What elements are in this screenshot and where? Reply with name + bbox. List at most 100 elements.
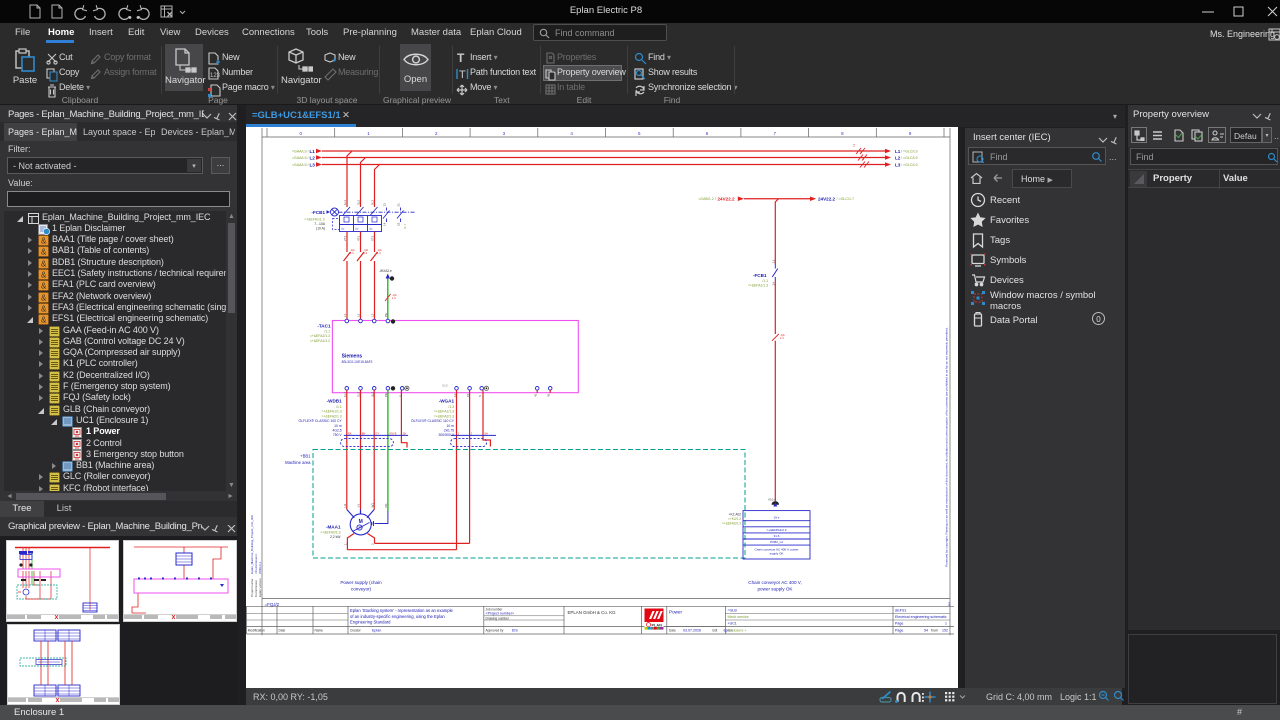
svg-text:8SL3C0-1XE15-8AF2: 8SL3C0-1XE15-8AF2 [342,360,373,364]
svg-text:=+&EFA1/1.2: =+&EFA1/1.2 [310,339,330,343]
svg-text:1L1: 1L1 [343,200,347,205]
svg-text:W1: W1 [370,503,374,508]
svg-text:Creator: Creator [350,629,362,633]
svg-text:BK: BK [348,432,352,436]
svg-text:U1: U1 [343,503,347,507]
svg-text:2: 2 [948,602,951,607]
svg-text:1.4: 1.4 [350,251,354,255]
svg-text:-FCB1: -FCB1 [753,273,767,278]
svg-text:L2: L2 [310,155,316,160]
svg-text:=GAB/1.2 /: =GAB/1.2 / [698,197,716,201]
svg-text:&: & [41,282,47,291]
svg-text:Page: Page [895,629,903,633]
svg-text:PE: PE [384,503,388,507]
svg-text:&EFS1: &EFS1 [895,608,906,612]
svg-text:&: & [41,248,47,257]
svg-text:/1.1: /1.1 [336,405,342,409]
svg-text:-TAC1: -TAC1 [317,324,331,329]
svg-text:from: from [931,629,938,633]
svg-text:54: 54 [924,629,928,633]
svg-text:Eplan version: Eplan version [258,578,262,597]
svg-text:6T3: 6T3 [371,235,375,241]
svg-text:41: 41 [534,393,538,397]
svg-text:conveyor): conveyor) [351,586,372,591]
svg-text:Machine area: Machine area [285,460,311,465]
svg-text:/1.1: /1.1 [324,330,330,334]
svg-text:152: 152 [942,629,948,633]
svg-text:=+&EFA1/1.3: =+&EFA1/1.3 [748,284,768,288]
svg-text:4: 4 [570,131,573,136]
svg-text:T: T [457,52,465,65]
svg-text:=+&EFA1/1.3: =+&EFA1/1.3 [322,410,342,414]
svg-text:/1.1: /1.1 [762,279,768,283]
svg-text:=FQJ/2: =FQJ/2 [265,602,280,607]
svg-text:Eplan: Eplan [372,629,381,633]
svg-text:21: 21 [397,203,401,207]
svg-text:-MAA1: -MAA1 [326,525,341,530]
svg-text:L3: L3 [895,162,901,167]
svg-text:=+K2/1.3: =+K2/1.3 [728,517,741,521]
svg-text:/ =GLC/L9: / =GLC/L9 [901,163,917,167]
svg-text:Name: Name [315,629,324,633]
svg-text:8: 8 [841,131,844,136]
svg-text:4T2: 4T2 [357,235,361,241]
svg-text:2,2 kW: 2,2 kW [330,535,341,539]
svg-text:Chain conveyor AC 400 V,: Chain conveyor AC 400 V, [748,580,802,585]
svg-text:42: 42 [547,393,551,397]
svg-text:300/500 V: 300/500 V [439,433,455,437]
svg-text:=+&EFA2/2.3: =+&EFA2/2.3 [722,522,741,526]
svg-text:4G2,5: 4G2,5 [332,429,341,433]
svg-text:/ =GLC/L9: / =GLC/L9 [901,149,917,153]
svg-text:&: & [41,237,47,246]
svg-text:+UC1: +UC1 [728,622,737,626]
svg-text:6: 6 [706,131,709,136]
svg-text:Date: Date [279,629,286,633]
svg-text:EPLAN GmbH & Co. KG: EPLAN GmbH & Co. KG [568,610,617,615]
svg-text:Page: Page [895,622,903,626]
svg-text:0: 0 [300,131,303,136]
svg-text:Eplan 'Stacking system' - repr: Eplan 'Stacking system' - representation… [350,608,454,613]
svg-text:Engineering Standard: Engineering Standard [350,620,391,625]
svg-text:14: 14 [772,282,776,286]
svg-text:L1: L1 [310,149,316,154]
svg-text:=GLB: =GLB [728,608,738,612]
svg-text:power supply OK: power supply OK [758,586,794,591]
svg-text:1: 1 [945,622,947,626]
svg-text:PLAN: PLAN [652,623,663,627]
svg-text:SH: SH [484,432,488,436]
svg-text:of an industry-specific engine: of an industry-specific engineering, usi… [350,614,445,619]
svg-text:10 m: 10 m [334,424,342,428]
svg-text:PE: PE [384,313,388,317]
svg-text:+K2.A02: +K2.A02 [729,513,742,517]
svg-text:&: & [41,304,47,313]
svg-text:31.6: 31.6 [774,534,780,538]
svg-text:Drawing number: Drawing number [486,617,510,621]
svg-text:Mech service: Mech service [728,615,749,619]
svg-text:19.e: 19.e [774,516,780,520]
svg-text:7: 7 [773,131,776,136]
svg-text:L3: L3 [370,313,374,317]
svg-text:=+&EFA2/1.3: =+&EFA2/1.3 [322,414,342,418]
svg-text:/ =GLC/1.7: / =GLC/1.7 [837,197,854,201]
svg-text:=+&EFPA1/2.3: =+&EFPA1/2.3 [767,528,787,532]
svg-text:3L2: 3L2 [357,200,361,205]
svg-text:L1: L1 [343,313,347,317]
svg-text:24V22.2: 24V22.2 [718,197,736,202]
svg-text:-WDB1: -WDB1 [327,399,343,404]
svg-text:=+&EFA1/1.3: =+&EFA1/1.3 [434,410,454,414]
svg-text:+BB1: +BB1 [300,454,311,459]
svg-text:1.4: 1.4 [377,251,381,255]
svg-text:14: 14 [383,222,387,226]
svg-text:22: 22 [397,222,401,226]
svg-text:L3: L3 [310,162,316,167]
svg-text:/ =GLC/L9: / =GLC/L9 [901,156,917,160]
svg-text:Approved by: Approved by [486,629,504,633]
svg-text:L2: L2 [895,155,901,160]
svg-text:ÖLFLEX® CLASSIC 100 CY: ÖLFLEX® CLASSIC 100 CY [298,419,342,423]
svg-text:9: 9 [909,131,912,136]
svg-text:3~: 3~ [358,525,363,530]
svg-text:1.4: 1.4 [364,251,368,255]
svg-text:Date: Date [669,629,676,633]
svg-text:03.07.2026: 03.07.2026 [683,629,701,633]
svg-text:2026.0.1: 2026.0.1 [258,562,262,574]
